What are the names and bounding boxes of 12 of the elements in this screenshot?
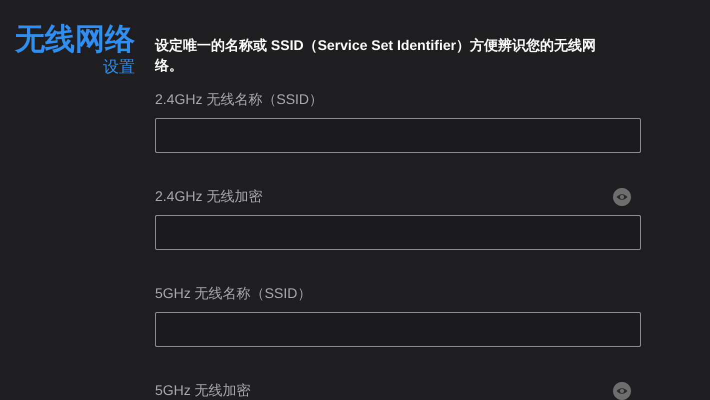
input-field[interactable] xyxy=(155,312,641,347)
page-title: 无线网络 xyxy=(15,22,135,58)
page-subtitle: 设置 xyxy=(103,58,135,78)
eye-icon[interactable] xyxy=(613,188,631,206)
field-label: 5GHz 无线名称（SSID） xyxy=(155,285,312,303)
field-label: 2.4GHz 无线加密 xyxy=(155,188,262,206)
field-label: 5GHz 无线加密 xyxy=(155,382,251,400)
password-field[interactable] xyxy=(155,215,641,250)
input-field[interactable] xyxy=(155,118,641,153)
description-text: 设定唯一的名称或 SSID（Service Set Identifier）方便辨识您的无线网络。 xyxy=(155,36,598,75)
field-label: 2.4GHz 无线名称（SSID） xyxy=(155,91,324,109)
eye-icon[interactable] xyxy=(613,382,631,400)
